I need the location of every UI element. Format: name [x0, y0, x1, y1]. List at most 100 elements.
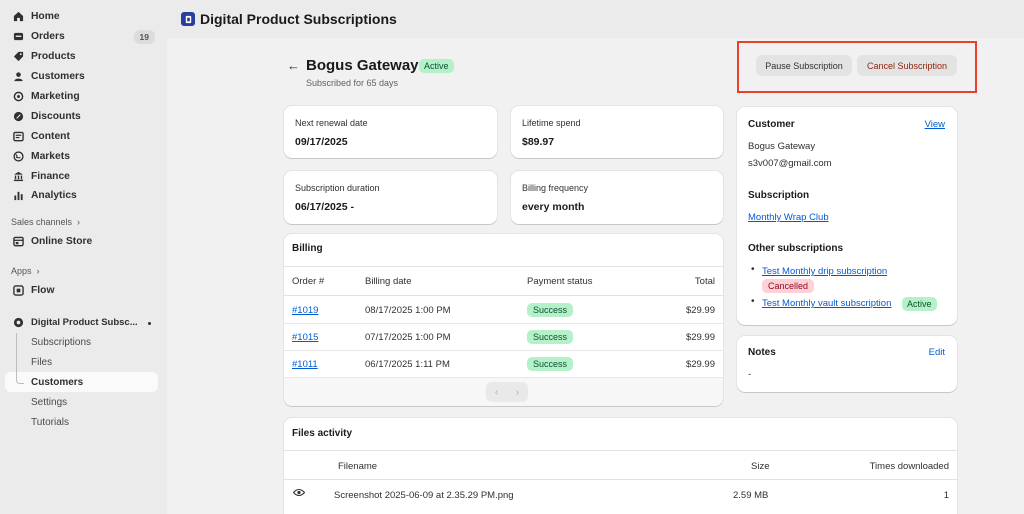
bar-chart-icon	[12, 190, 24, 202]
column-header-filename: Filename	[338, 461, 378, 472]
sidebar-item-digital-product-app[interactable]: Digital Product Subsc...	[0, 313, 167, 333]
sidebar-item-label: Products	[31, 51, 76, 63]
customer-card: Customer View Bogus Gateway s3v007@gmail…	[737, 107, 957, 325]
billing-title: Billing	[292, 243, 323, 254]
globe-icon	[12, 150, 24, 162]
chevron-right-icon: ›	[77, 216, 81, 227]
discount-icon	[12, 110, 24, 122]
page-subtitle: Subscribed for 65 days	[306, 78, 399, 88]
column-header-total: Total	[694, 275, 715, 287]
customer-title: Customer	[748, 119, 795, 130]
target-icon	[12, 91, 24, 103]
unread-dot	[148, 321, 151, 325]
sidebar-item-label: Finance	[31, 170, 70, 182]
sidebar-item-analytics[interactable]: Analytics	[0, 186, 167, 206]
orders-count-badge: 19	[133, 29, 155, 44]
sidebar-item-content[interactable]: Content	[0, 126, 167, 146]
sidebar-item-orders[interactable]: Orders 19	[0, 27, 167, 47]
sidebar-item-label: Analytics	[31, 190, 77, 202]
edit-notes-button[interactable]: Edit	[929, 347, 945, 358]
duration-card: Subscription duration 06/17/2025 -	[284, 171, 497, 224]
sidebar-item-finance[interactable]: Finance	[0, 166, 167, 186]
content-icon	[12, 130, 24, 142]
payment-status-badge: Success	[527, 303, 574, 317]
column-header-payment-status: Payment status	[527, 275, 593, 287]
page-title: Bogus Gateway	[306, 57, 419, 74]
next-renewal-label: Next renewal date	[295, 118, 368, 128]
status-badge: Active	[419, 59, 454, 73]
sidebar-item-online-store[interactable]: Online Store	[0, 232, 167, 252]
app-header: Digital Product Subscriptions	[167, 0, 1024, 38]
view-customer-link[interactable]: View	[925, 119, 945, 130]
sidebar-item-label: Orders	[31, 31, 65, 43]
table-row: #1011 06/17/2025 1:11 PM Success $29.99	[284, 351, 723, 378]
arrow-left-icon[interactable]: ←	[287, 58, 300, 73]
home-icon	[12, 11, 24, 23]
pause-subscription-button[interactable]: Pause Subscription	[756, 55, 852, 76]
sidebar-item-markets[interactable]: Markets	[0, 146, 167, 166]
store-icon	[12, 236, 24, 248]
sidebar-item-label: Home	[31, 11, 60, 23]
filename: Screenshot 2025-06-09 at 2.35.29 PM.png	[334, 490, 514, 501]
lifetime-spend-label: Lifetime spend	[522, 118, 581, 128]
chevron-right-icon[interactable]: ›	[516, 387, 519, 398]
times-downloaded: 1	[943, 490, 949, 501]
cancelled-badge: Cancelled	[762, 279, 815, 293]
payment-status-badge: Success	[527, 357, 574, 371]
sidebar-item-home[interactable]: Home	[0, 7, 167, 27]
next-renewal-card: Next renewal date 09/17/2025	[284, 106, 497, 158]
pagination: ‹ ›	[486, 382, 528, 402]
other-subscriptions-title: Other subscriptions	[748, 243, 844, 254]
app-title: Digital Product Subscriptions	[200, 11, 397, 27]
sidebar-item-marketing[interactable]: Marketing	[0, 87, 167, 107]
duration-label: Subscription duration	[295, 183, 380, 193]
customer-email: s3v007@gmail.com	[748, 158, 832, 169]
sidebar-item-flow[interactable]: Flow	[0, 281, 167, 301]
subscription-link[interactable]: Monthly Wrap Club	[748, 212, 829, 223]
eye-icon[interactable]	[292, 488, 306, 500]
total-value: $29.99	[685, 332, 715, 343]
bullet: •	[751, 264, 755, 275]
file-size: 2.59 MB	[733, 490, 769, 501]
sidebar: Home Orders 19 Products Customers Market…	[0, 0, 167, 514]
cancel-subscription-button[interactable]: Cancel Subscription	[857, 55, 957, 76]
notes-title: Notes	[748, 347, 776, 358]
subscription-title: Subscription	[748, 190, 810, 201]
sidebar-subitem-settings[interactable]: Settings	[0, 392, 167, 412]
apps-header[interactable]: Apps ›	[0, 261, 167, 281]
billing-table-header: Order # Billing date Payment status Tota…	[284, 266, 723, 296]
customer-name: Bogus Gateway	[748, 141, 816, 152]
duration-value: 06/17/2025 -	[295, 201, 354, 213]
table-row: #1015 07/17/2025 1:00 PM Success $29.99	[284, 324, 723, 351]
billing-frequency-value: every month	[522, 201, 585, 213]
other-subscription-link[interactable]: Test Monthly vault subscription	[762, 298, 891, 309]
active-badge: Active	[902, 297, 937, 311]
table-row: #1019 08/17/2025 1:00 PM Success $29.99	[284, 297, 723, 324]
sidebar-subitem-subscriptions[interactable]: Subscriptions	[0, 333, 167, 353]
other-subscription-link[interactable]: Test Monthly drip subscription	[762, 266, 887, 277]
column-header-order: Order #	[292, 275, 325, 287]
sidebar-item-label: Marketing	[31, 91, 80, 102]
files-activity-title: Files activity	[292, 428, 353, 439]
lifetime-spend-value: $89.97	[522, 136, 555, 148]
order-link[interactable]: #1015	[292, 332, 318, 343]
column-header-billing-date: Billing date	[365, 275, 412, 287]
sales-channels-header[interactable]: Sales channels ›	[0, 212, 167, 232]
sidebar-item-products[interactable]: Products	[0, 47, 167, 67]
sidebar-item-label: Content	[31, 130, 70, 142]
sidebar-item-customers[interactable]: Customers	[0, 67, 167, 87]
next-renewal-value: 09/17/2025	[295, 136, 348, 148]
payment-status-badge: Success	[527, 330, 574, 344]
billing-date: 08/17/2025 1:00 PM	[365, 305, 451, 316]
files-table-header: Filename Size Times downloaded	[284, 450, 957, 480]
billing-date: 06/17/2025 1:11 PM	[365, 359, 450, 370]
sidebar-subitem-tutorials[interactable]: Tutorials	[0, 412, 167, 432]
sidebar-item-discounts[interactable]: Discounts	[0, 106, 167, 126]
sidebar-subitem-files[interactable]: Files	[0, 352, 167, 372]
sidebar-subitem-customers[interactable]: Customers	[5, 372, 158, 393]
order-link[interactable]: #1011	[292, 359, 318, 370]
order-link[interactable]: #1019	[292, 305, 318, 316]
chevron-left-icon[interactable]: ‹	[495, 387, 498, 398]
tree-hook	[16, 378, 24, 384]
apps-label: Apps	[11, 265, 32, 276]
